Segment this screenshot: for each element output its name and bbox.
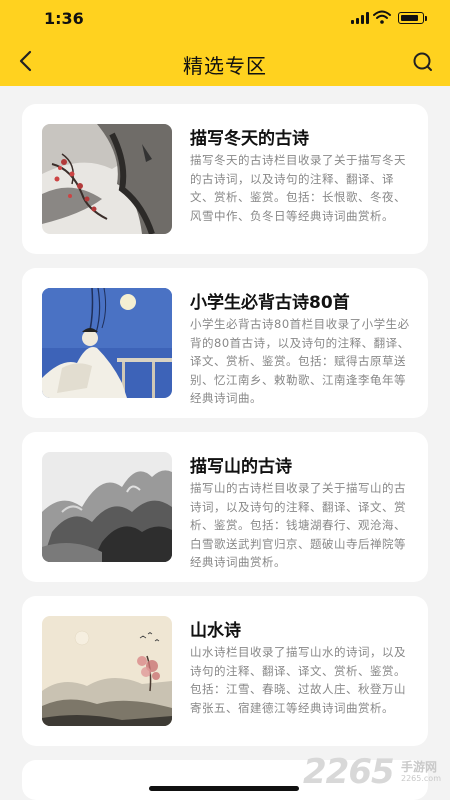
battery-cap xyxy=(425,16,427,21)
card-thumbnail xyxy=(42,288,172,398)
collection-card-primary-school[interactable]: 小学生必背古诗80首 小学生必背古诗80首栏目收录了小学生必背的80首古诗，以及… xyxy=(22,268,428,418)
card-description: 山水诗栏目收录了描写山水的诗词，以及诗句的注释、翻译、译文、赏析、鉴赏。包括：江… xyxy=(190,645,406,715)
wifi-icon xyxy=(373,10,391,24)
card-title: 山水诗 xyxy=(190,621,241,641)
collection-card-landscape[interactable]: 山水诗 山水诗栏目收录了描写山水的诗词，以及诗句的注释、翻译、译文、赏析、鉴赏。… xyxy=(22,596,428,746)
card-description: 描写山的古诗栏目收录了关于描写山的古诗词，以及诗句的注释、翻译、译文、赏析、鉴赏… xyxy=(190,481,406,569)
app-header: 1:36 精选专区 xyxy=(0,0,450,86)
card-title: 描写山的古诗 xyxy=(190,457,292,477)
card-thumbnail xyxy=(42,124,172,234)
cellular-signal-icon xyxy=(351,12,369,24)
card-description: 小学生必背古诗80首栏目收录了小学生必背的80首古诗，以及诗句的注释、翻译、译文… xyxy=(190,317,410,405)
status-time: 1:36 xyxy=(44,9,84,28)
search-icon[interactable] xyxy=(410,49,436,75)
poet-moonlight-painting-image xyxy=(42,288,172,398)
nav-bar: 精选专区 xyxy=(0,38,450,86)
ink-mountain-painting-image xyxy=(42,452,172,562)
card-title: 描写冬天的古诗 xyxy=(190,129,309,149)
watermark-sub: 2265.com xyxy=(401,774,441,783)
landscape-ink-painting-image xyxy=(42,616,172,726)
site-watermark: 2265 手游网 2265.com xyxy=(303,752,443,792)
card-thumbnail xyxy=(42,452,172,562)
card-thumbnail xyxy=(42,616,172,726)
collection-card-winter[interactable]: 描写冬天的古诗 描写冬天的古诗栏目收录了关于描写冬天的古诗词，以及诗句的注释、翻… xyxy=(22,104,428,254)
card-description: 描写冬天的古诗栏目收录了关于描写冬天的古诗词，以及诗句的注释、翻译、译文、赏析、… xyxy=(190,153,406,223)
page-title: 精选专区 xyxy=(183,54,267,78)
winter-plum-painting-image xyxy=(42,124,172,234)
watermark-text: 手游网 xyxy=(401,760,438,774)
status-bar: 1:36 xyxy=(0,0,450,38)
battery-icon xyxy=(398,12,424,24)
card-title: 小学生必背古诗80首 xyxy=(190,293,350,313)
home-indicator[interactable] xyxy=(149,786,299,791)
watermark-number: 2265 xyxy=(303,752,395,792)
collection-card-mountain[interactable]: 描写山的古诗 描写山的古诗栏目收录了关于描写山的古诗词，以及诗句的注释、翻译、译… xyxy=(22,432,428,582)
